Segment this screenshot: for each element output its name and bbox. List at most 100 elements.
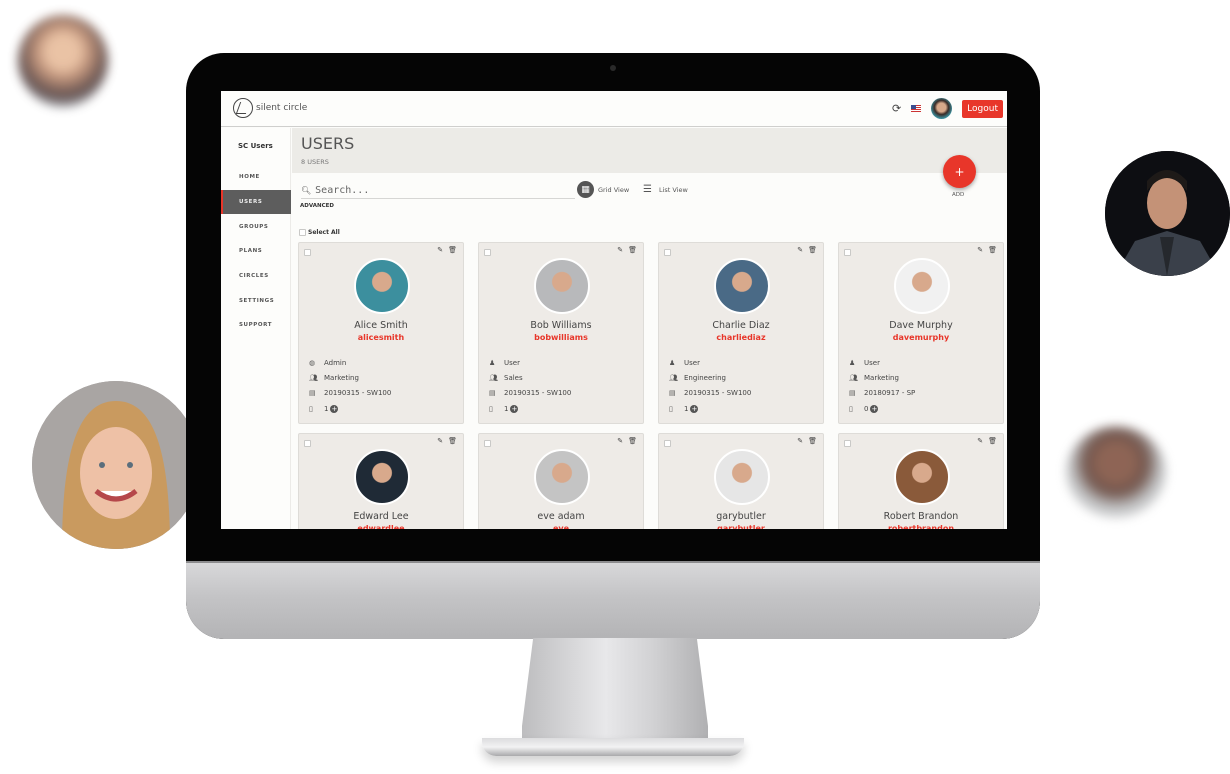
trash-icon[interactable]: 🗑︎ [628, 437, 637, 445]
user-role-row: ♟ User [849, 355, 915, 370]
device-icon: ▯ [489, 404, 493, 413]
sidebar-item-home[interactable]: HOME [221, 165, 291, 189]
user-group-row: 👥︎ Marketing [309, 370, 391, 385]
user-plan-row: ▤ 20180917 - SP [849, 386, 915, 401]
device-count: 0 [864, 404, 869, 413]
add-device-icon[interactable]: + [510, 404, 519, 413]
grid-view-toggle[interactable]: ▦ Grid View [577, 181, 629, 198]
us-flag-icon[interactable] [911, 105, 922, 112]
add-device-icon[interactable]: + [870, 404, 879, 413]
monitor-stand [522, 638, 708, 748]
user-full-name: Alice Smith [354, 320, 408, 331]
username[interactable]: eve [479, 524, 643, 529]
user-full-name: Edward Lee [353, 511, 409, 522]
edit-icon[interactable]: ✎ [797, 246, 803, 254]
trash-icon[interactable]: 🗑︎ [628, 246, 637, 254]
user-plan: 20190315 - SW100 [504, 389, 572, 398]
list-view-toggle[interactable]: ☰ List View [643, 184, 688, 195]
refresh-icon[interactable]: ⟳ [892, 102, 901, 115]
edit-icon[interactable]: ✎ [617, 246, 623, 254]
user-card[interactable]: ✎ 🗑︎ Robert Brandon robertbrandon [838, 433, 1004, 529]
user-group: Sales [504, 373, 523, 382]
sidebar-item-users[interactable]: USERS [221, 190, 291, 214]
top-bar: silent circle ⟳ Logout [221, 91, 1007, 127]
sidebar-item-plans[interactable]: PLANS [221, 239, 291, 263]
plan-icon: ▤ [669, 389, 676, 398]
user-role-row: ◍ Admin [309, 355, 391, 370]
select-all-checkbox[interactable] [299, 229, 306, 236]
trash-icon[interactable]: 🗑︎ [808, 437, 817, 445]
card-checkbox[interactable] [484, 249, 491, 256]
trash-icon[interactable]: 🗑︎ [988, 246, 997, 254]
edit-icon[interactable]: ✎ [977, 437, 983, 445]
user-plan-row: ▤ 20190315 - SW100 [669, 386, 751, 401]
sidebar-item-groups[interactable]: GROUPS [221, 215, 291, 239]
brand-logo[interactable]: silent circle [233, 98, 307, 118]
user-card[interactable]: ✎ 🗑︎ Dave Murphy davemurphy ♟ User 👥︎ Marke… [838, 242, 1004, 424]
edit-icon[interactable]: ✎ [797, 437, 803, 445]
advanced-search-link[interactable]: ADVANCED [300, 203, 334, 209]
card-checkbox[interactable] [844, 249, 851, 256]
username[interactable]: robertbrandon [839, 524, 1003, 529]
user-plan-row: ▤ 20190315 - SW100 [489, 386, 571, 401]
card-checkbox[interactable] [664, 249, 671, 256]
user-count: 8 USERS [301, 158, 329, 166]
grid-view-label: Grid View [598, 185, 630, 194]
username[interactable]: davemurphy [839, 333, 1003, 342]
user-card[interactable]: ✎ 🗑︎ Edward Lee edwardlee [298, 433, 464, 529]
edit-icon[interactable]: ✎ [977, 246, 983, 254]
user-role: User [684, 358, 700, 367]
globe-icon: ◍ [309, 358, 316, 367]
avatar [534, 449, 590, 505]
edit-icon[interactable]: ✎ [437, 246, 443, 254]
trash-icon[interactable]: 🗑︎ [448, 246, 457, 254]
user-avatar[interactable] [931, 98, 953, 119]
username[interactable]: garybutler [659, 524, 823, 529]
grid-icon: ▦ [577, 181, 594, 198]
add-device-icon[interactable]: + [690, 404, 699, 413]
card-checkbox[interactable] [484, 440, 491, 447]
username[interactable]: edwardlee [299, 524, 463, 529]
select-all-label: Select All [308, 229, 340, 236]
user-full-name: garybutler [716, 511, 766, 522]
plan-icon: ▤ [849, 389, 856, 398]
device-count: 1 [504, 404, 509, 413]
card-checkbox[interactable] [664, 440, 671, 447]
avatar [354, 258, 410, 314]
select-all[interactable]: Select All [299, 229, 340, 236]
user-card[interactable]: ✎ 🗑︎ garybutler garybutler [658, 433, 824, 529]
card-checkbox[interactable] [844, 440, 851, 447]
user-details: ◍ Admin 👥︎ Marketing ▤ 20190315 - SW100 ▯ 1 + [309, 355, 391, 416]
trash-icon[interactable]: 🗑︎ [808, 246, 817, 254]
sidebar-item-support[interactable]: SUPPORT [221, 313, 291, 337]
username[interactable]: bobwilliams [479, 333, 643, 342]
sidebar-item-settings[interactable]: SETTINGS [221, 289, 291, 313]
user-card[interactable]: ✎ 🗑︎ Alice Smith alicesmith ◍ Admin 👥︎ Mark… [298, 242, 464, 424]
logout-button[interactable]: Logout [962, 99, 1003, 118]
card-checkbox[interactable] [304, 249, 311, 256]
group-icon: 👥︎ [669, 373, 678, 382]
avatar [714, 258, 770, 314]
add-user-button[interactable]: + [943, 155, 976, 188]
group-icon: 👥︎ [309, 373, 318, 382]
user-full-name: eve adam [537, 511, 585, 522]
user-card[interactable]: ✎ 🗑︎ eve adam eve [478, 433, 644, 529]
device-count-row: ▯ 0 + [849, 401, 915, 416]
username[interactable]: alicesmith [299, 333, 463, 342]
avatar [534, 258, 590, 314]
edit-icon[interactable]: ✎ [437, 437, 443, 445]
card-checkbox[interactable] [304, 440, 311, 447]
camera-dot [610, 65, 616, 71]
device-count: 1 [324, 404, 329, 413]
user-card[interactable]: ✎ 🗑︎ Charlie Diaz charliediaz ♟ User 👥︎ Eng… [658, 242, 824, 424]
page-title: USERS [301, 134, 355, 153]
search-input[interactable] [315, 185, 556, 196]
sidebar-item-circles[interactable]: CIRCLES [221, 264, 291, 288]
add-device-icon[interactable]: + [330, 404, 339, 413]
edit-icon[interactable]: ✎ [617, 437, 623, 445]
trash-icon[interactable]: 🗑︎ [448, 437, 457, 445]
username[interactable]: charliediaz [659, 333, 823, 342]
trash-icon[interactable]: 🗑︎ [988, 437, 997, 445]
app-screen: silent circle ⟳ Logout SC Users HOME USE… [221, 91, 1007, 529]
user-card[interactable]: ✎ 🗑︎ Bob Williams bobwilliams ♟ User 👥︎ Sal… [478, 242, 644, 424]
